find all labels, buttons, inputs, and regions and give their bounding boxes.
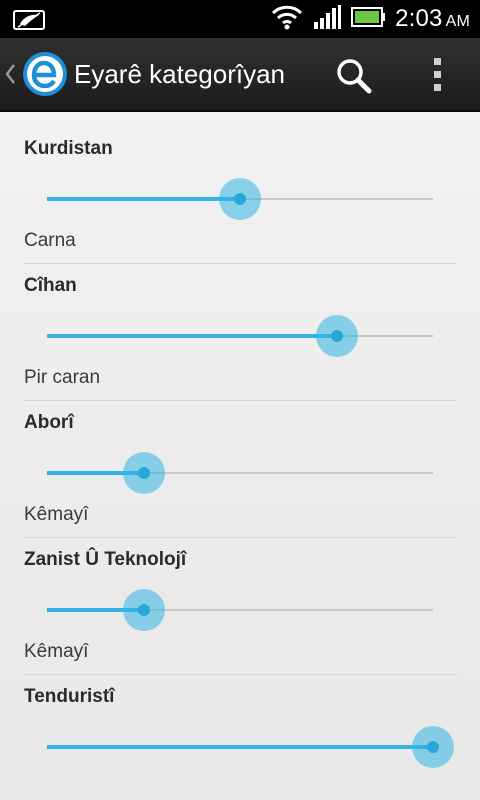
app-logo-icon[interactable] — [22, 51, 68, 101]
slider-fill — [47, 197, 240, 201]
search-icon[interactable] — [334, 56, 374, 96]
clock: 2:03 AM — [395, 5, 470, 33]
clock-time: 2:03 — [395, 5, 443, 32]
divider — [24, 674, 457, 675]
divider — [24, 263, 457, 264]
status-bar: 2:03 AM — [0, 0, 480, 38]
clock-ampm: AM — [445, 13, 470, 30]
overflow-menu-icon[interactable] — [424, 56, 452, 94]
frequency-label: Carna — [24, 230, 76, 251]
category-settings-list: Kurdistan Carna Cîhan Pir caran Aborî Kê… — [0, 112, 480, 800]
signal-icon — [313, 4, 342, 34]
category-title: Kurdistan — [24, 138, 113, 159]
category-title: Zanist Û Teknolojî — [24, 549, 187, 570]
action-bar: Eyarê kategorîyan — [0, 38, 480, 112]
slider-thumb-center[interactable] — [427, 741, 439, 753]
category-title: Cîhan — [24, 275, 77, 296]
frequency-label: Pir caran — [24, 367, 101, 388]
notification-icon — [12, 7, 46, 37]
slider-thumb-center[interactable] — [330, 330, 343, 342]
battery-icon — [351, 6, 386, 32]
slider-thumb-center[interactable] — [137, 604, 150, 616]
slider-thumb-center[interactable] — [234, 193, 246, 205]
category-title: Aborî — [24, 412, 74, 433]
category-title: Tenduristî — [24, 686, 115, 707]
page-title: Eyarê kategorîyan — [74, 59, 286, 89]
divider — [24, 537, 457, 538]
slider-fill — [47, 334, 337, 338]
divider — [24, 400, 457, 401]
slider-thumb-center[interactable] — [137, 467, 150, 479]
back-chevron-icon[interactable] — [3, 62, 17, 90]
wifi-icon — [271, 4, 303, 34]
frequency-label: Kêmayî — [24, 641, 89, 662]
frequency-label: Kêmayî — [24, 504, 89, 525]
slider-fill — [47, 745, 433, 749]
